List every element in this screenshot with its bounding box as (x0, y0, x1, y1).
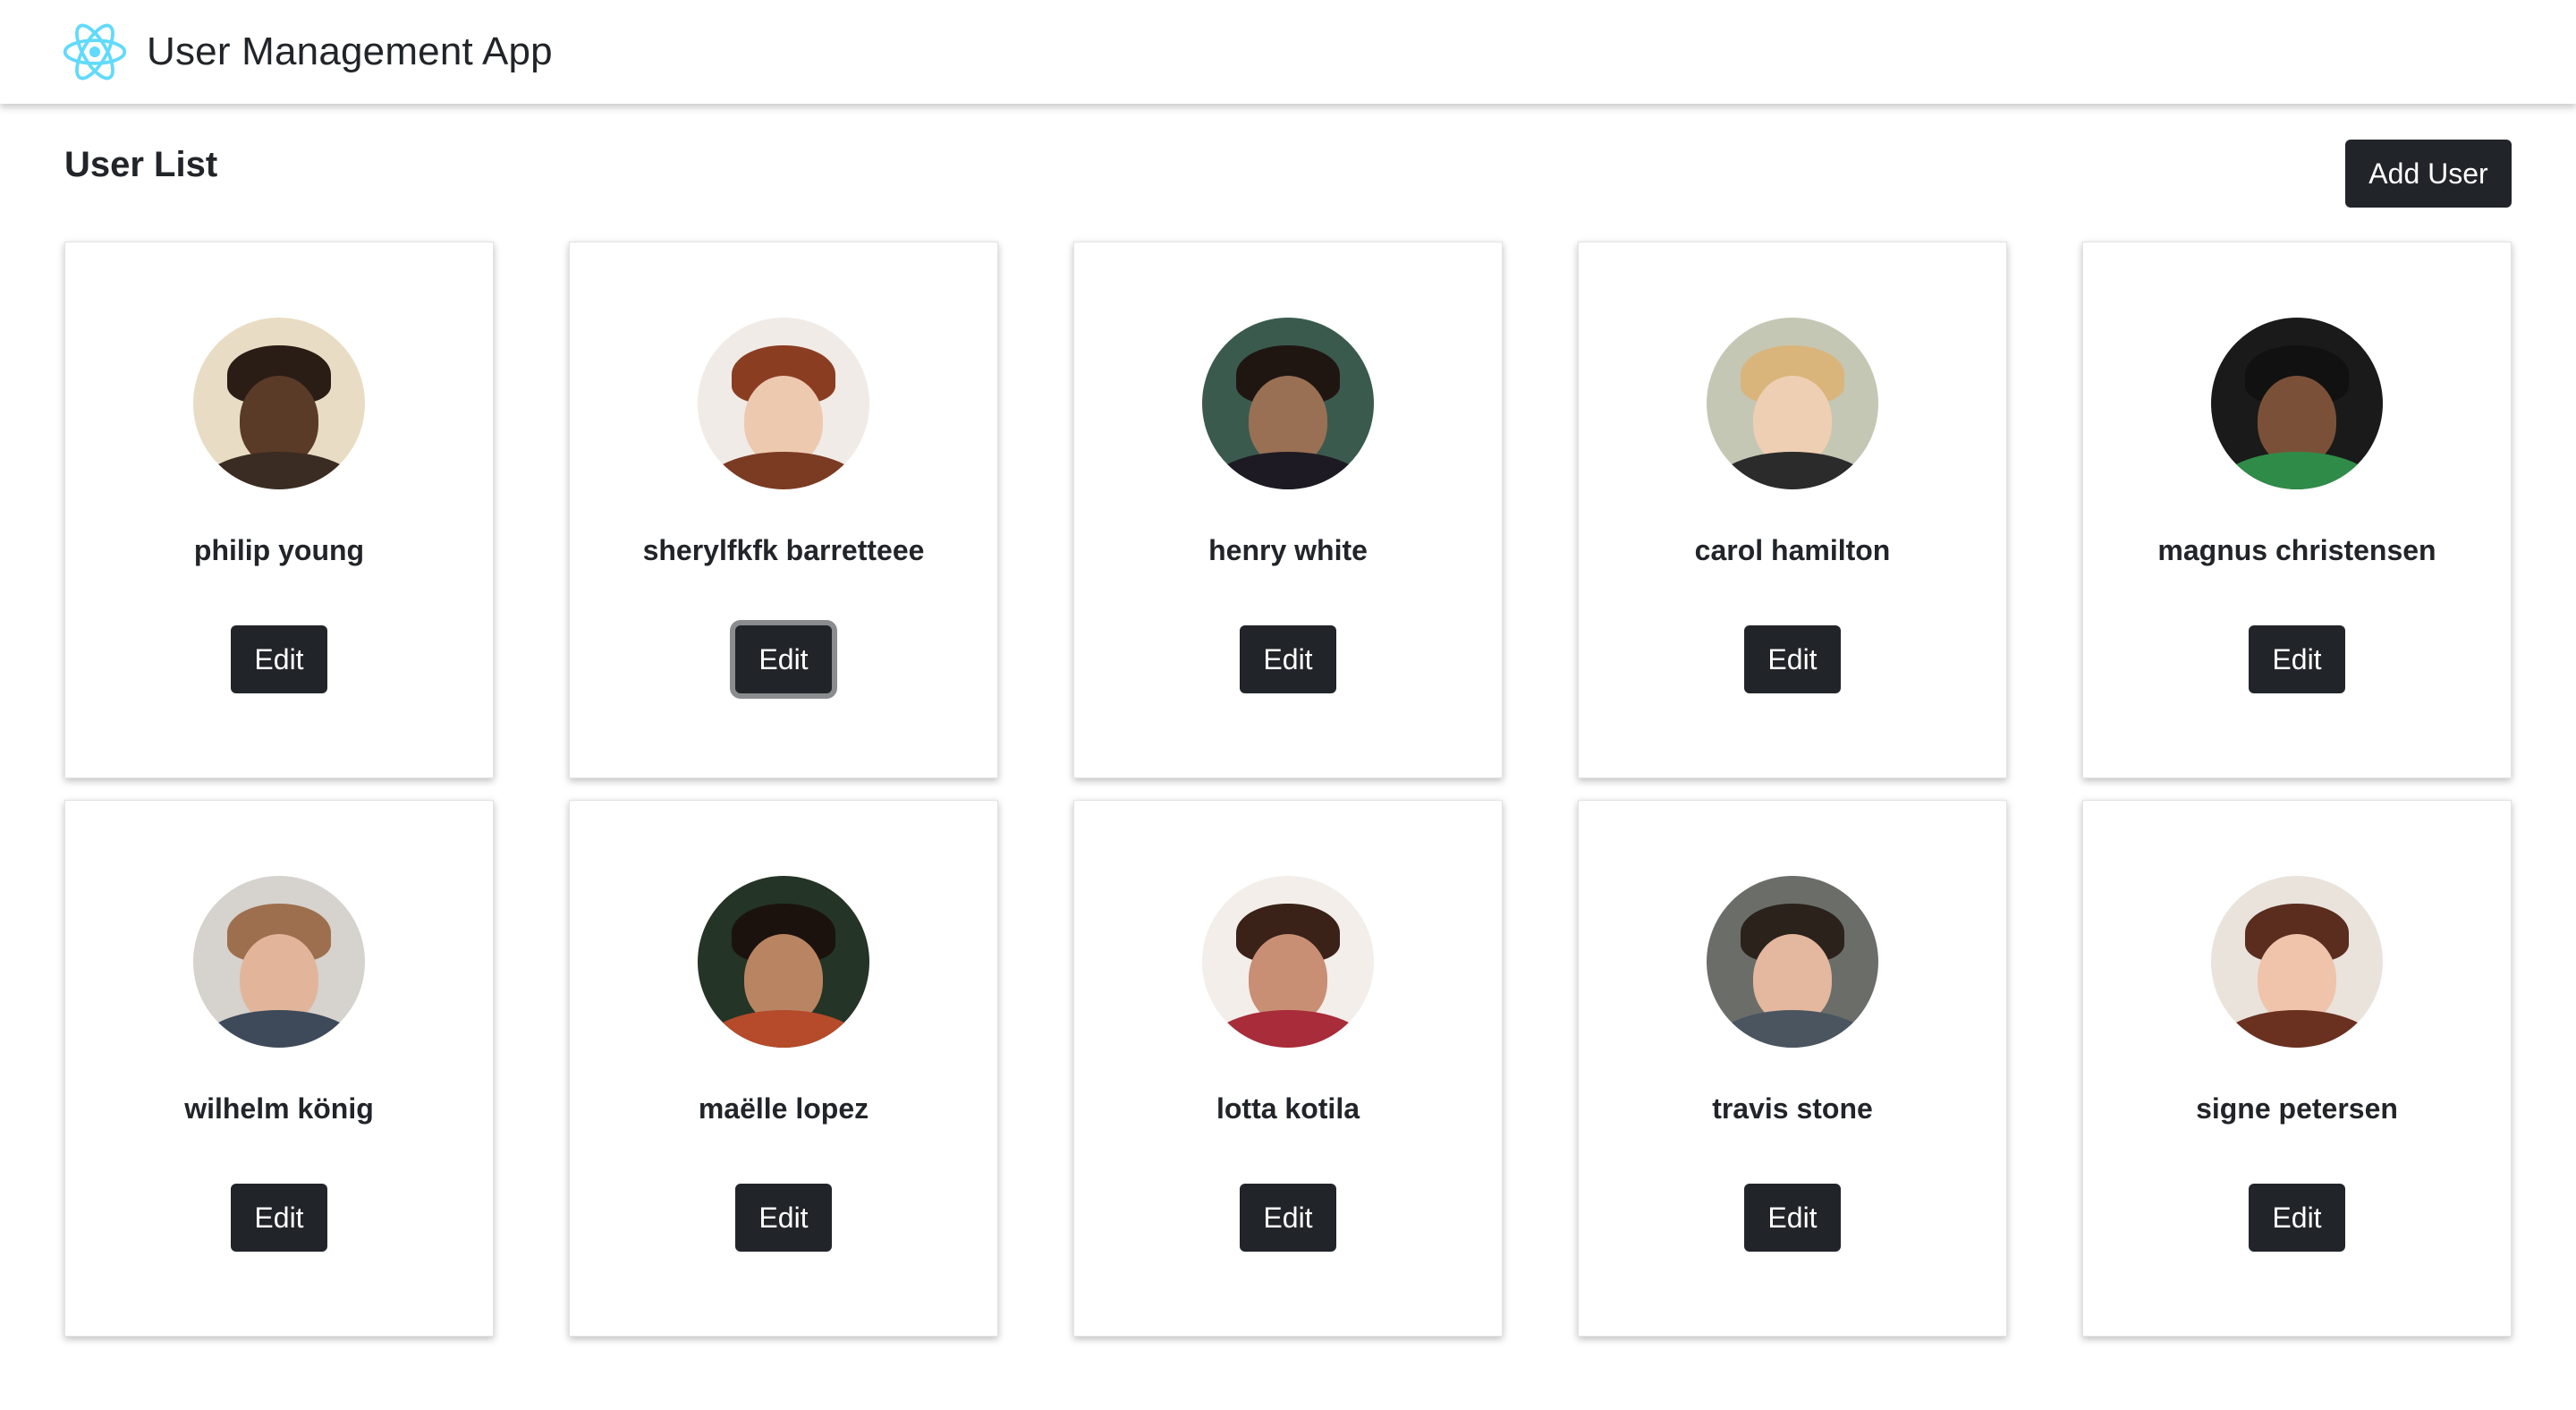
user-name: wilhelm könig (184, 1092, 374, 1125)
edit-user-button[interactable]: Edit (2249, 1184, 2345, 1252)
edit-user-button[interactable]: Edit (2249, 625, 2345, 693)
user-avatar[interactable] (193, 876, 365, 1048)
user-card: carol hamilton Edit (1578, 242, 2007, 778)
avatar-body-shape (1713, 451, 1872, 489)
user-name: magnus christensen (2157, 534, 2436, 566)
user-avatar[interactable] (2211, 876, 2383, 1048)
user-card: magnus christensen Edit (2082, 242, 2512, 778)
user-avatar[interactable] (698, 876, 869, 1048)
brand-link[interactable]: User Management App (61, 21, 553, 82)
avatar-body-shape (2217, 451, 2377, 489)
user-card: signe petersen Edit (2082, 800, 2512, 1337)
user-name: lotta kotila (1216, 1092, 1360, 1125)
edit-user-button[interactable]: Edit (231, 625, 327, 693)
app-title: User Management App (147, 30, 553, 73)
user-avatar[interactable] (1707, 876, 1878, 1048)
user-name: henry white (1208, 534, 1368, 566)
edit-user-button[interactable]: Edit (735, 625, 832, 693)
avatar-body-shape (704, 451, 863, 489)
react-atom-icon (63, 23, 127, 81)
avatar-body-shape (704, 1009, 863, 1048)
user-card: lotta kotila Edit (1073, 800, 1503, 1337)
user-name: carol hamilton (1694, 534, 1891, 566)
avatar-body-shape (1208, 1009, 1368, 1048)
user-avatar[interactable] (1202, 318, 1374, 489)
page-title: User List (64, 145, 218, 184)
edit-user-button[interactable]: Edit (1744, 625, 1841, 693)
user-avatar[interactable] (698, 318, 869, 489)
user-avatar[interactable] (1202, 876, 1374, 1048)
user-card: maëlle lopez Edit (569, 800, 998, 1337)
user-card-grid: philip young Edit sherylfkfk barretteee … (64, 242, 2512, 1337)
edit-user-button[interactable]: Edit (1240, 625, 1336, 693)
user-card: wilhelm könig Edit (64, 800, 494, 1337)
user-name: travis stone (1712, 1092, 1873, 1125)
user-avatar[interactable] (2211, 318, 2383, 489)
user-card: sherylfkfk barretteee Edit (569, 242, 998, 778)
user-card: travis stone Edit (1578, 800, 2007, 1337)
user-name: signe petersen (2196, 1092, 2398, 1125)
edit-user-button[interactable]: Edit (735, 1184, 832, 1252)
edit-user-button[interactable]: Edit (1744, 1184, 1841, 1252)
top-navbar: User Management App (0, 0, 2576, 104)
main-content: User List Add User philip young Edit she… (0, 104, 2576, 1410)
app-window: User Management App User List Add User p… (0, 0, 2576, 1410)
avatar-body-shape (199, 451, 359, 489)
user-name: sherylfkfk barretteee (642, 534, 925, 566)
user-name: maëlle lopez (698, 1092, 869, 1125)
edit-user-button[interactable]: Edit (1240, 1184, 1336, 1252)
avatar-body-shape (2217, 1009, 2377, 1048)
user-avatar[interactable] (1707, 318, 1878, 489)
edit-user-button[interactable]: Edit (231, 1184, 327, 1252)
add-user-button[interactable]: Add User (2345, 140, 2512, 208)
user-card: henry white Edit (1073, 242, 1503, 778)
avatar-body-shape (1208, 451, 1368, 489)
user-avatar[interactable] (193, 318, 365, 489)
avatar-body-shape (1713, 1009, 1872, 1048)
user-card: philip young Edit (64, 242, 494, 778)
avatar-body-shape (199, 1009, 359, 1048)
user-name: philip young (193, 534, 365, 566)
